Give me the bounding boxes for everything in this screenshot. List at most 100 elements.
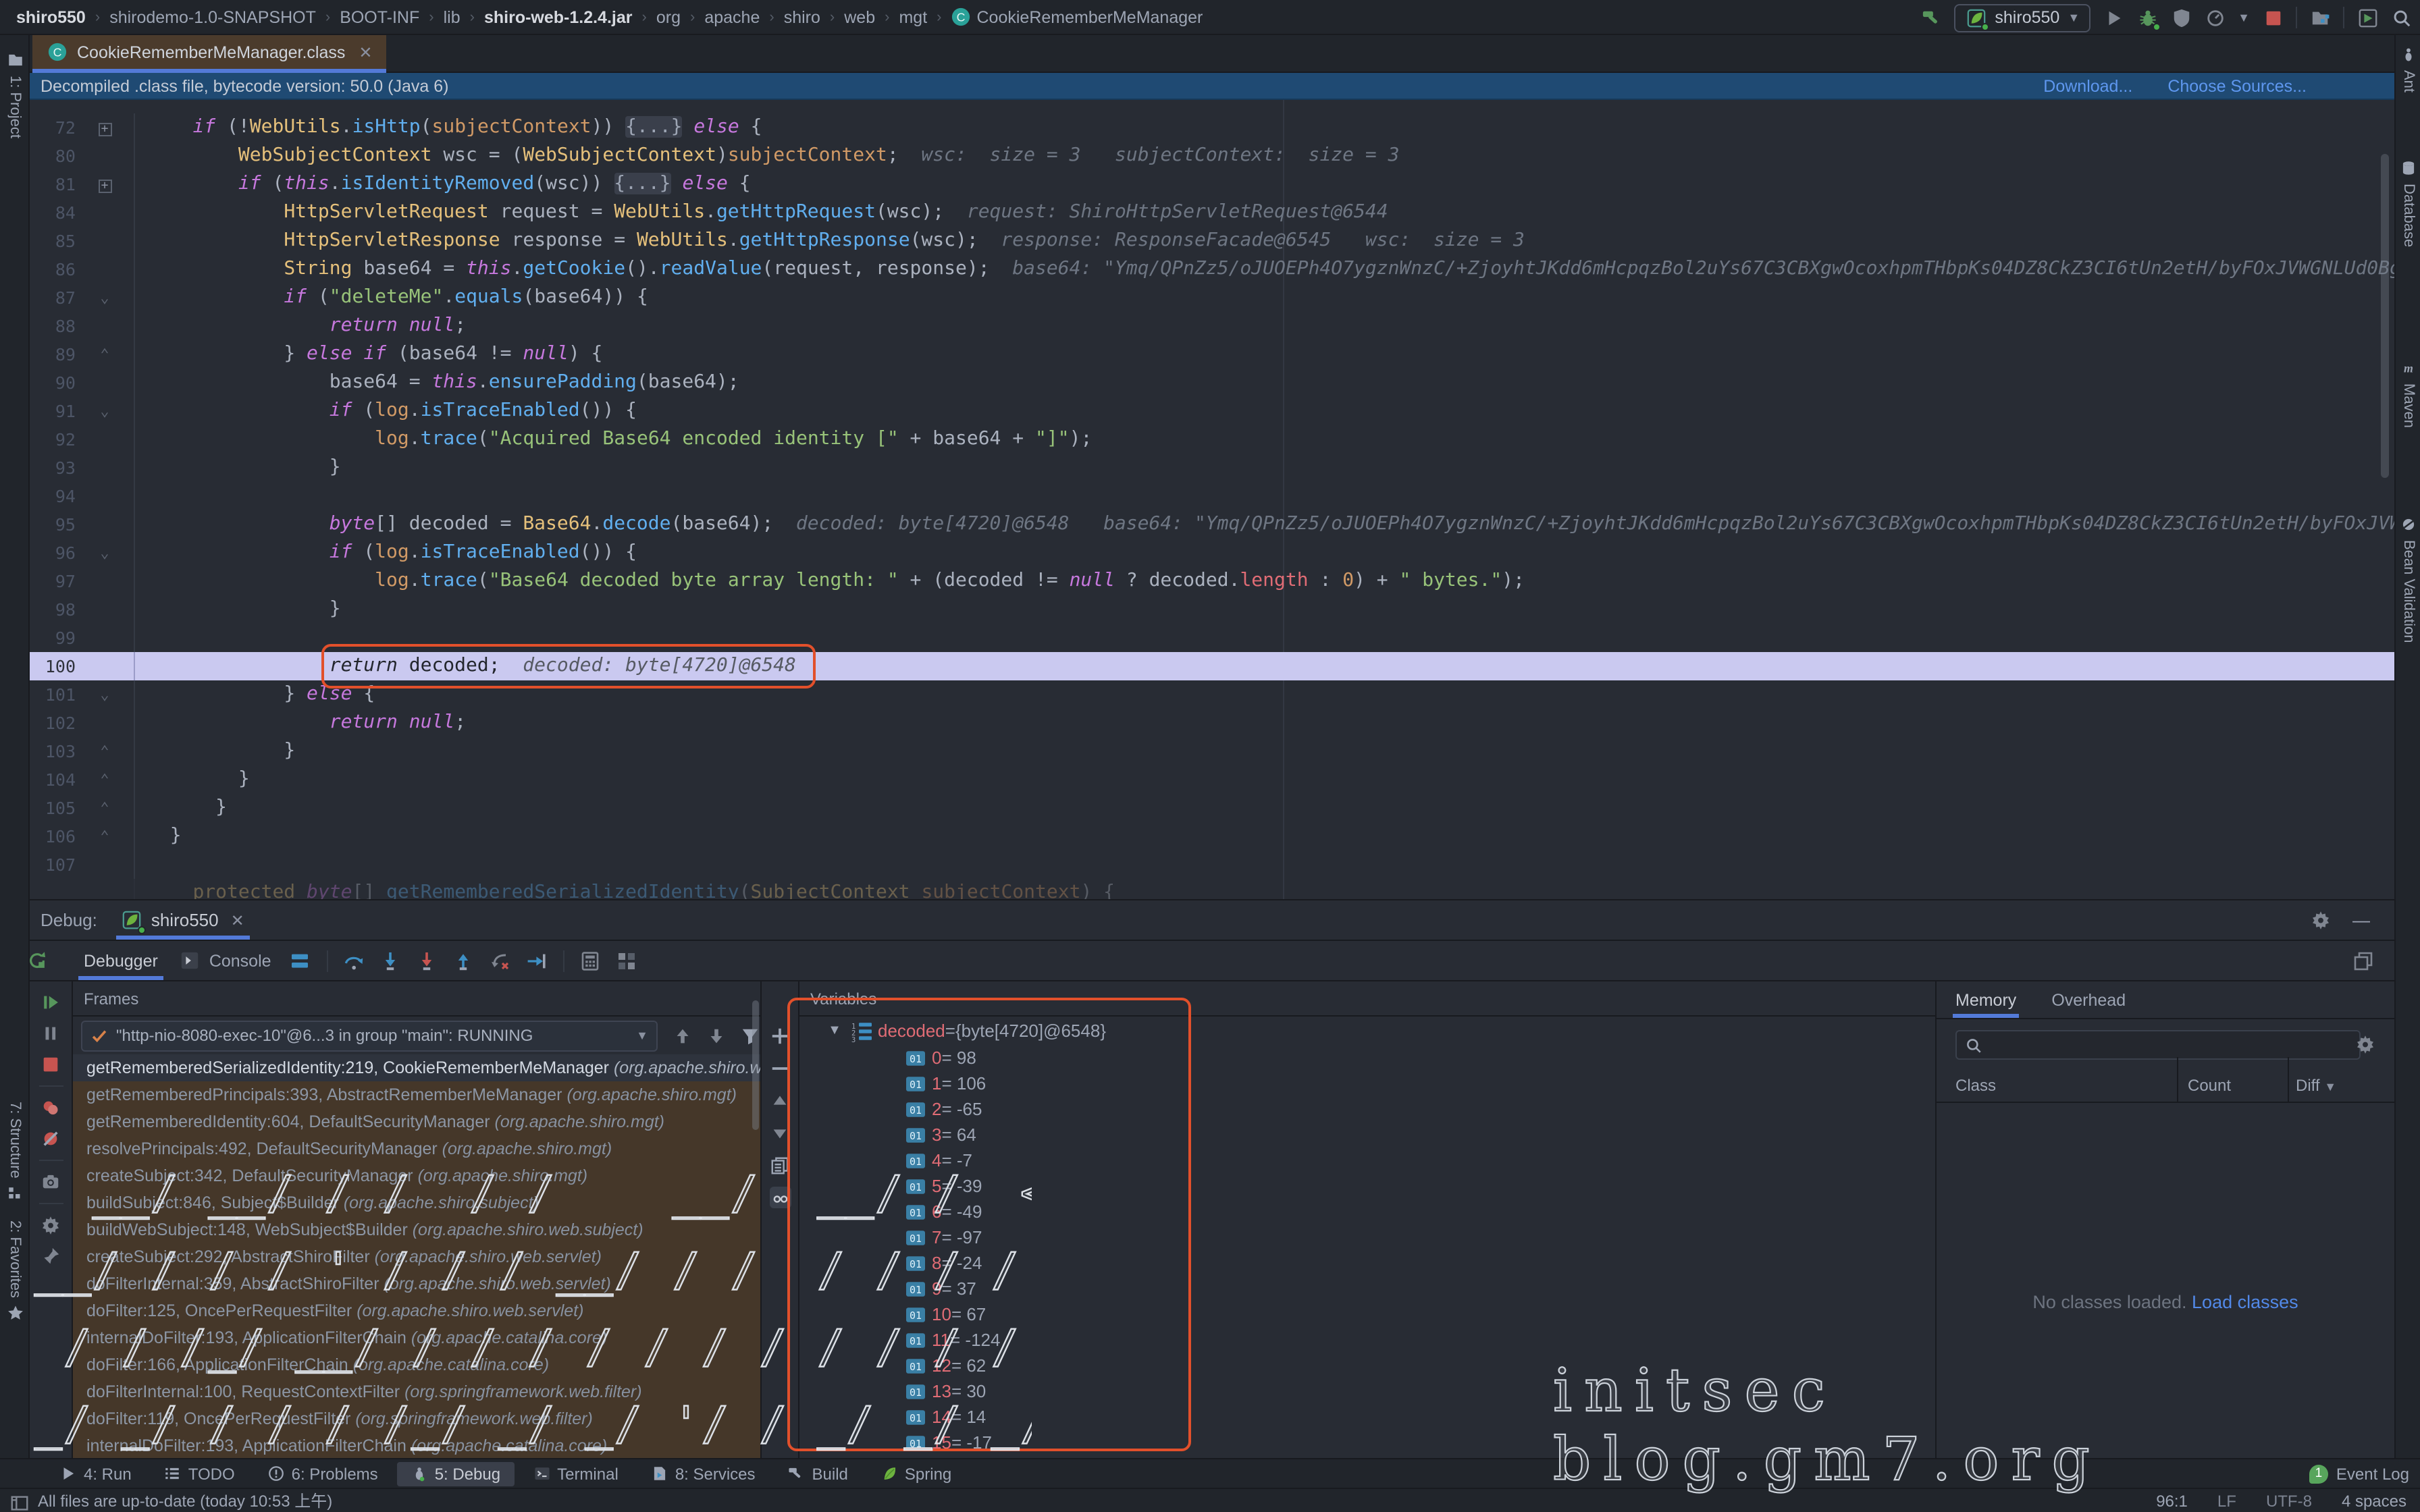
code-line[interactable]: 85 HttpServletResponse response = WebUti…	[30, 227, 2394, 255]
choose-sources-link[interactable]: Choose Sources...	[2167, 76, 2307, 95]
view-breakpoints-icon[interactable]	[40, 1097, 61, 1118]
code-line[interactable]: 101⌄ } else {	[30, 680, 2394, 709]
frame-row[interactable]: doFilter:166, ApplicationFilterChain (or…	[73, 1351, 760, 1378]
code-line[interactable]: 105⌃ }	[30, 794, 2394, 822]
thread-selector[interactable]: "http-nio-8080-exec-10"@6...3 in group "…	[81, 1020, 658, 1051]
tool-windows-icon[interactable]	[2309, 7, 2331, 28]
frame-row[interactable]: doFilterInternal:359, AbstractShiroFilte…	[73, 1270, 760, 1297]
code-line[interactable]: 93 }	[30, 454, 2394, 482]
breadcrumb-item[interactable]: shirodemo-1.0-SNAPSHOT	[109, 7, 316, 26]
step-over-icon[interactable]	[343, 949, 366, 972]
frame-row[interactable]: doFilter:119, OncePerRequestFilter (org.…	[73, 1405, 760, 1432]
variable-row[interactable]: 0112 = 62	[799, 1353, 1935, 1378]
variable-row[interactable]: 014 = -7	[799, 1148, 1935, 1173]
settings-gear-icon[interactable]	[2309, 909, 2331, 931]
frame-row[interactable]: resolvePrincipals:492, DefaultSecurityMa…	[73, 1135, 760, 1162]
toolwindow-button-terminal[interactable]: Terminal	[519, 1461, 632, 1486]
pin-icon[interactable]	[40, 1245, 61, 1267]
debug-session-tab[interactable]: shiro550 ✕	[122, 900, 244, 940]
code-line[interactable]: 100 return decoded; decoded: byte[4720]@…	[30, 652, 2394, 680]
tool-window-toggle-icon[interactable]	[8, 1492, 30, 1512]
frame-row[interactable]: doFilter:125, OncePerRequestFilter (org.…	[73, 1297, 760, 1324]
memory-search-input[interactable]	[1955, 1030, 2361, 1060]
frame-up-icon[interactable]	[671, 1025, 693, 1046]
resume-icon[interactable]	[40, 992, 61, 1013]
duplicate-icon[interactable]	[769, 1154, 791, 1176]
frame-row[interactable]: getRememberedIdentity:604, DefaultSecuri…	[73, 1108, 760, 1135]
line-ending[interactable]: LF	[2217, 1491, 2236, 1510]
indent-setting[interactable]: 4 spaces	[2342, 1491, 2406, 1510]
editor-scrollbar[interactable]	[2381, 154, 2389, 478]
variable-row[interactable]: 0114 = 14	[799, 1404, 1935, 1430]
memory-settings-gear-icon[interactable]	[2354, 1033, 2375, 1054]
tab-cookieremembermemanager[interactable]: C CookieRememberMeManager.class ✕	[32, 35, 386, 69]
code-line[interactable]: 106⌃ }	[30, 822, 2394, 850]
sidebar-item-maven[interactable]: m Maven	[2396, 359, 2420, 428]
chevron-down-icon[interactable]: ▼	[824, 1018, 845, 1044]
breadcrumb-item[interactable]: org	[656, 7, 681, 26]
frame-down-icon[interactable]	[705, 1025, 727, 1046]
code-line[interactable]: 80 WebSubjectContext wsc = (WebSubjectCo…	[30, 142, 2394, 170]
tab-overhead[interactable]: Overhead	[2051, 991, 2126, 1018]
code-line[interactable]: 104⌃ }	[30, 765, 2394, 794]
frame-row[interactable]: getRememberedPrincipals:393, AbstractRem…	[73, 1081, 760, 1108]
code-line[interactable]: 99	[30, 624, 2394, 652]
caret-position[interactable]: 96:1	[2156, 1491, 2188, 1510]
file-encoding[interactable]: UTF-8	[2266, 1491, 2312, 1510]
load-classes-link[interactable]: Load classes	[2192, 1292, 2298, 1312]
code-line[interactable]: 84 HttpServletRequest request = WebUtils…	[30, 198, 2394, 227]
evaluate-expression-icon[interactable]	[579, 949, 602, 972]
variable-row[interactable]: 016 = -49	[799, 1199, 1935, 1224]
build-hammer-icon[interactable]	[1920, 7, 1942, 28]
layout-restore-icon[interactable]	[2351, 949, 2374, 972]
sidebar-item-bean-validation[interactable]: Bean Validation	[2396, 516, 2420, 643]
run-anything-icon[interactable]	[2357, 7, 2378, 28]
sidebar-item-ant[interactable]: Ant	[2396, 46, 2420, 92]
code-line[interactable]: 107	[30, 850, 2394, 879]
variable-row[interactable]: 019 = 37	[799, 1276, 1935, 1301]
mute-breakpoints-icon[interactable]	[40, 1128, 61, 1150]
run-to-cursor-icon[interactable]	[525, 949, 548, 972]
code-line[interactable]: 91⌄ if (log.isTraceEnabled()) {	[30, 397, 2394, 425]
frames-scrollbar[interactable]	[752, 1000, 759, 1130]
frame-row[interactable]: createSubject:292, AbstractShiroFilter (…	[73, 1243, 760, 1270]
move-down-icon[interactable]	[769, 1122, 791, 1143]
variable-row[interactable]: 0113 = 30	[799, 1378, 1935, 1404]
sidebar-item-project[interactable]: 1: Project	[0, 51, 30, 138]
tab-debugger[interactable]: Debugger	[73, 941, 169, 980]
profiler-button[interactable]	[2204, 7, 2226, 28]
code-line[interactable]: 89⌃ } else if (base64 != null) {	[30, 340, 2394, 369]
remove-watch-icon[interactable]	[769, 1057, 791, 1079]
breadcrumb-item[interactable]: CCookieRememberMeManager	[951, 7, 1203, 27]
sidebar-item-structure[interactable]: 7: Structure	[0, 1102, 30, 1203]
profiler-chevron-icon[interactable]: ▼	[2238, 11, 2250, 24]
code-line[interactable]: 92 log.trace("Acquired Base64 encoded id…	[30, 425, 2394, 454]
code-line[interactable]: 90 base64 = this.ensurePadding(base64);	[30, 369, 2394, 397]
variable-row[interactable]: 017 = -97	[799, 1224, 1935, 1250]
variable-row[interactable]: 011 = 106	[799, 1071, 1935, 1096]
debug-settings-gear-icon[interactable]	[40, 1214, 61, 1236]
variable-row[interactable]: 013 = 64	[799, 1122, 1935, 1148]
fold-marker-icon[interactable]: +	[98, 123, 111, 136]
code-line[interactable]: 96⌄ if (log.isTraceEnabled()) {	[30, 539, 2394, 567]
sidebar-item-database[interactable]: Database	[2396, 159, 2420, 247]
fold-marker-icon[interactable]: +	[98, 180, 111, 193]
toolwindow-button-8-services[interactable]: 8: Services	[637, 1461, 769, 1486]
show-watches-icon[interactable]	[769, 1187, 791, 1208]
step-out-icon[interactable]	[452, 949, 475, 972]
tab-memory[interactable]: Memory	[1955, 991, 2016, 1018]
code-line[interactable]: 72+ if (!WebUtils.isHttp(subjectContext)…	[30, 113, 2394, 142]
layout-settings-icon[interactable]	[289, 949, 312, 972]
breadcrumb-item[interactable]: mgt	[899, 7, 927, 26]
variable-row[interactable]: 015 = -39	[799, 1173, 1935, 1199]
frame-row[interactable]: buildSubject:846, Subject$Builder (org.a…	[73, 1189, 760, 1216]
run-button[interactable]	[2103, 7, 2124, 28]
hide-icon[interactable]: —	[2352, 910, 2370, 930]
tab-console[interactable]: Console	[169, 941, 282, 980]
pause-icon[interactable]	[40, 1023, 61, 1044]
code-line[interactable]: 103⌃ }	[30, 737, 2394, 765]
col-diff[interactable]: Diff ▼	[2296, 1076, 2336, 1095]
toolwindow-button-4-run[interactable]: 4: Run	[46, 1461, 145, 1486]
toolwindow-button-spring[interactable]: Spring	[867, 1461, 965, 1486]
debug-button[interactable]	[2136, 7, 2158, 28]
